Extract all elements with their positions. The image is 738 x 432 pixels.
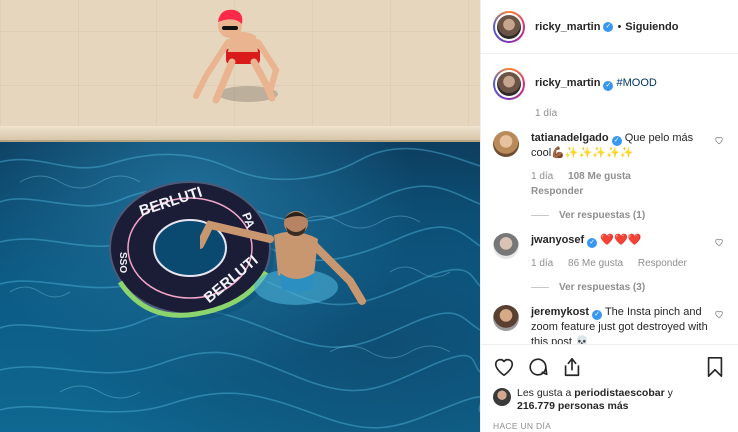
view-replies-label: Ver respuestas (1) [559,210,646,221]
svg-text:SSO: SSO [117,252,128,273]
verified-icon: ✓ [603,81,614,91]
author-username[interactable]: ricky_martin [535,21,600,33]
verified-icon: ✓ [603,21,614,32]
like-comment-heart-icon[interactable] [714,135,724,145]
caption-username[interactable]: ricky_martin [535,77,600,89]
pool-edge [0,126,480,142]
comment-time[interactable]: 1 día [531,171,553,182]
instagram-post: BERLUTI BERLUTI PA SSO ricky_martin ✓ • … [0,0,738,432]
replies-divider [531,287,549,288]
view-replies-label: Ver respuestas (3) [559,282,646,293]
caption: ricky_martin ✓ #MOOD [493,68,726,100]
side-panel: ricky_martin ✓ • Siguiendo ricky_martin ✓… [480,0,738,432]
verified-icon: ✓ [592,310,603,320]
child-on-deck [193,9,280,104]
likes-count[interactable]: 216.779 [517,400,555,412]
comment-time[interactable]: 1 día [531,258,553,269]
view-replies-button[interactable]: Ver respuestas (3) [531,280,708,295]
replies-divider [531,215,549,216]
comment-bubble-icon[interactable] [527,356,549,378]
comment-item: tatianadelgado ✓ Que pelo más cool💪🏾✨✨✨✨✨… [493,131,726,223]
verified-icon: ✓ [611,136,622,146]
likes-suffix[interactable]: personas más [558,400,629,412]
post-actions: Les gusta a periodistaescobar y 216.779 … [481,344,738,432]
commenter-avatar[interactable] [493,233,519,259]
likes-prefix: Les gusta a [517,387,572,399]
liker-username[interactable]: periodistaescobar [574,387,664,399]
comment-item: jwanyosef ✓ ❤️❤️❤️ 1 día 86 Me gusta Resp… [493,233,726,295]
following-button[interactable]: Siguiendo [625,21,678,33]
like-comment-heart-icon[interactable] [714,309,724,319]
like-comment-heart-icon[interactable] [714,237,724,247]
commenter-avatar[interactable] [493,131,519,157]
likes-summary: Les gusta a periodistaescobar y 216.779 … [493,387,726,413]
comments-list: ricky_martin ✓ #MOOD 1 día tatianadelgado… [481,54,738,344]
liker-avatar[interactable] [493,388,511,406]
commenter-username[interactable]: jwanyosef [531,234,584,246]
commenter-username[interactable]: tatianadelgado [531,132,609,144]
like-heart-icon[interactable] [493,356,515,378]
reply-button[interactable]: Responder [638,258,687,269]
caption-hashtag[interactable]: #MOOD [617,77,657,89]
man-in-pool [200,211,366,305]
caption-avatar[interactable] [493,68,525,100]
comment-item: jeremykost ✓ The Insta pinch and zoom fea… [493,305,726,344]
verified-icon: ✓ [587,238,598,248]
author-avatar[interactable] [493,10,525,43]
reply-button[interactable]: Responder [531,186,583,197]
commenter-username[interactable]: jeremykost [531,306,589,318]
likes-middle: y [667,387,673,399]
post-header: ricky_martin ✓ • Siguiendo [481,0,738,54]
view-replies-button[interactable]: Ver respuestas (1) [531,208,708,223]
comment-likes[interactable]: 86 Me gusta [568,258,623,269]
post-photo[interactable]: BERLUTI BERLUTI PA SSO [0,0,480,432]
commenter-avatar[interactable] [493,305,519,331]
caption-time[interactable]: 1 día [535,108,726,119]
comment-likes[interactable]: 108 Me gusta [568,171,631,182]
comment-text: ❤️❤️❤️ [600,234,642,246]
post-timestamp[interactable]: HACE UN DÍA [493,421,726,431]
share-icon[interactable] [561,356,583,378]
separator-dot: • [617,20,622,33]
bookmark-icon[interactable] [704,356,726,378]
